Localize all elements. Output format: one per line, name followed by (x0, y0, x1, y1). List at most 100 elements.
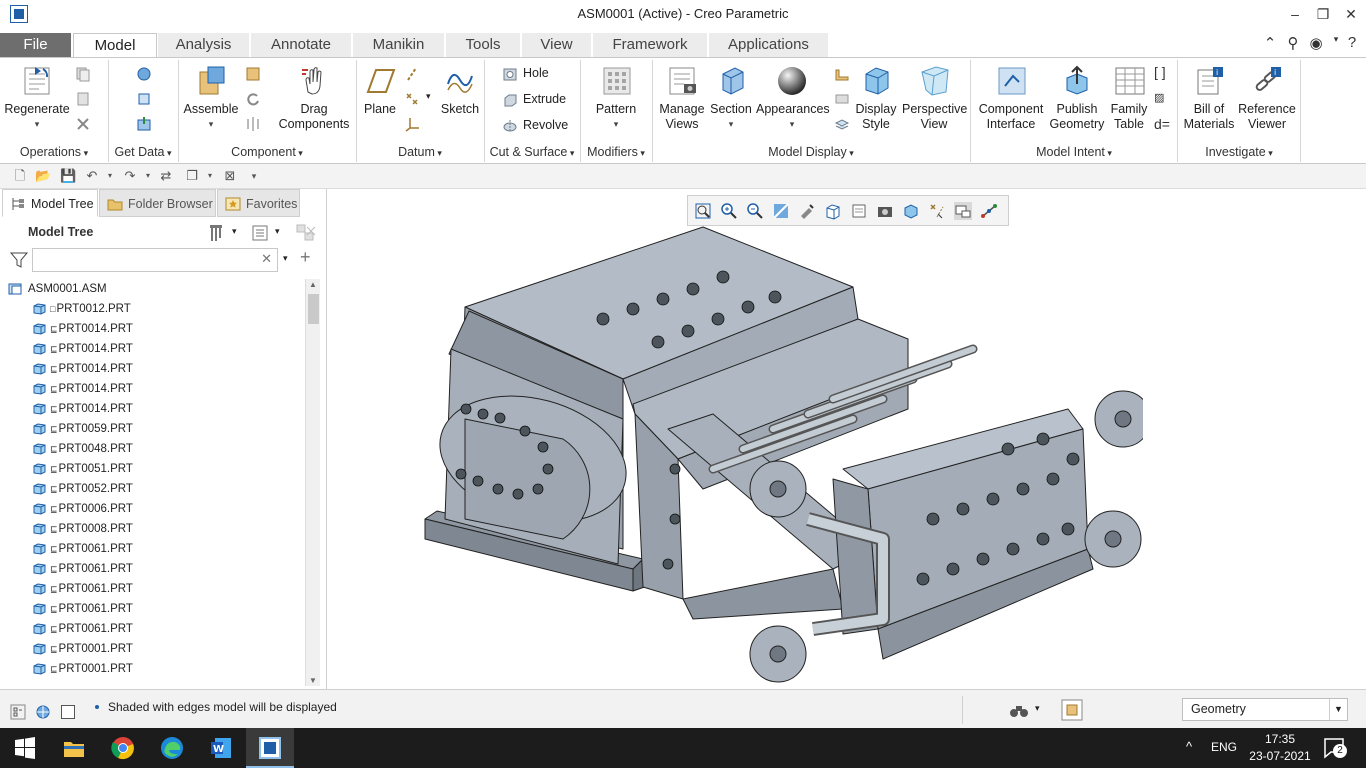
word-icon[interactable]: W (209, 736, 233, 760)
edge-browser-icon[interactable] (160, 736, 184, 760)
tree-item-part[interactable]: ⊑PRT0014.PRT (8, 339, 305, 359)
tree-item-part[interactable]: ⊑PRT0006.PRT (8, 499, 305, 519)
tab-analysis[interactable]: Analysis (158, 33, 250, 58)
reorient-icon[interactable] (798, 202, 816, 220)
collapse-ribbon-icon[interactable]: ⌃ (1260, 34, 1280, 54)
tree-item-part[interactable]: ⊑PRT0061.PRT (8, 539, 305, 559)
minimize-button[interactable]: – (1281, 3, 1309, 25)
spin-center-icon[interactable] (980, 202, 998, 220)
help-center-icon[interactable]: ◉ (1306, 34, 1326, 54)
model-tree-search-input[interactable]: ✕ (32, 248, 278, 272)
tray-overflow-icon[interactable]: ^ (1186, 739, 1192, 754)
perspective-view-button[interactable]: Perspective View (902, 64, 967, 132)
saved-orientations-icon[interactable] (824, 202, 842, 220)
chrome-icon[interactable] (111, 736, 135, 760)
clock-time[interactable]: 17:35 (1248, 732, 1312, 746)
tree-item-part[interactable]: ⊑PRT0014.PRT (8, 319, 305, 339)
save-icon[interactable]: 💾 (60, 168, 76, 184)
open-folder-icon[interactable]: 📂 (35, 168, 51, 184)
tree-item-part[interactable]: ⊑PRT0014.PRT (8, 379, 305, 399)
group-label-get-data[interactable]: Get Data (110, 145, 176, 159)
scroll-down-icon[interactable]: ▼ (309, 676, 317, 685)
find-dropdown-icon[interactable]: ▾ (1035, 703, 1040, 714)
repaint-icon[interactable] (772, 202, 790, 220)
redo-icon[interactable]: ↷ (122, 168, 138, 184)
toggle-navigator-icon[interactable] (10, 704, 26, 720)
tree-item-part[interactable]: ⊑PRT0001.PRT (8, 659, 305, 679)
windows-icon[interactable]: ❐ (184, 168, 200, 184)
publish-geometry-button[interactable]: Publish Geometry (1048, 64, 1106, 132)
point-dropdown[interactable]: ▾ (426, 91, 431, 102)
clock-date[interactable]: 23-07-2021 (1244, 749, 1316, 763)
component-interface-button[interactable]: Component Interface (976, 64, 1046, 132)
tab-model[interactable]: Model (73, 33, 157, 58)
sketch-button[interactable]: Sketch (440, 64, 480, 117)
tree-item-part[interactable]: ⊑PRT0052.PRT (8, 479, 305, 499)
full-screen-icon[interactable] (60, 704, 76, 720)
tab-model-tree[interactable]: Model Tree (2, 189, 98, 217)
create-component-icon[interactable] (245, 66, 261, 82)
tree-item-part[interactable]: ⊑PRT0014.PRT (8, 399, 305, 419)
family-table-button[interactable]: Family Table (1106, 64, 1152, 132)
tab-annotate[interactable]: Annotate (251, 33, 352, 58)
redo-dropdown-icon[interactable]: ▾ (140, 168, 156, 184)
taskbar-creo-active[interactable] (246, 728, 294, 768)
view-camera-icon[interactable] (876, 202, 894, 220)
extrude-button[interactable]: Extrude (502, 90, 566, 108)
group-label-component[interactable]: Component (180, 145, 354, 159)
paste-icon[interactable] (75, 91, 91, 107)
add-filter-icon[interactable]: + (300, 247, 311, 268)
delete-icon[interactable] (75, 116, 91, 132)
tree-item-part[interactable]: ⊑PRT0061.PRT (8, 599, 305, 619)
plane-button[interactable]: Plane (362, 64, 398, 117)
view-manager-icon[interactable] (850, 202, 868, 220)
datum-display-filters-icon[interactable] (928, 202, 946, 220)
axis-icon[interactable] (404, 66, 420, 82)
switch-dimensions-icon[interactable]: ▨ (1154, 91, 1164, 104)
tree-root-asm[interactable]: ASM0001.ASM (8, 279, 305, 299)
file-explorer-icon[interactable] (62, 736, 86, 760)
tree-item-part[interactable]: ⊑PRT0059.PRT (8, 419, 305, 439)
tab-framework[interactable]: Framework (593, 33, 708, 58)
undo-icon[interactable]: ↶ (84, 168, 100, 184)
tab-favorites[interactable]: Favorites (217, 189, 300, 217)
close-window-icon[interactable]: ⊠ (222, 168, 238, 184)
revolve-button[interactable]: Revolve (502, 116, 568, 134)
group-label-datum[interactable]: Datum (358, 145, 482, 159)
group-label-investigate[interactable]: Investigate (1179, 145, 1299, 159)
pattern-button[interactable]: Pattern ▾ (590, 64, 642, 132)
tree-item-part[interactable]: ⊑PRT0061.PRT (8, 559, 305, 579)
regenerate-small-icon[interactable]: ⇄ (158, 168, 174, 184)
undo-dropdown-icon[interactable]: ▾ (102, 168, 118, 184)
settings-dropdown-icon[interactable]: ▾ (232, 226, 237, 237)
merge-inheritance-icon[interactable] (136, 91, 152, 107)
tab-applications[interactable]: Applications (709, 33, 829, 58)
selection-filter-box-icon[interactable] (1060, 698, 1084, 722)
relations-icon[interactable]: d= (1154, 116, 1170, 132)
drag-components-button[interactable]: Drag Components (277, 64, 351, 132)
tree-item-part[interactable]: □PRT0012.PRT (8, 299, 305, 319)
appearances-button[interactable]: Appearances ▾ (756, 64, 830, 132)
edit-position-icon[interactable] (834, 66, 850, 82)
new-icon[interactable]: 🗋 (12, 168, 28, 184)
tab-manikin[interactable]: Manikin (353, 33, 445, 58)
scroll-up-icon[interactable]: ▲ (309, 280, 317, 289)
settings-tools-icon[interactable] (206, 223, 226, 243)
refit-icon[interactable] (694, 202, 712, 220)
hole-button[interactable]: Hole (502, 64, 549, 82)
tab-view[interactable]: View (522, 33, 592, 58)
search-options-dropdown-icon[interactable]: ▾ (283, 253, 288, 264)
graphics-window[interactable] (328, 189, 1366, 689)
tree-filter-disabled-icon[interactable] (295, 223, 317, 243)
section-button[interactable]: Section ▾ (708, 64, 754, 132)
show-dropdown-icon[interactable]: ▾ (275, 226, 280, 237)
repeat-icon[interactable] (245, 91, 261, 107)
group-label-model-display[interactable]: Model Display (654, 145, 968, 159)
display-states-icon[interactable] (834, 91, 850, 107)
display-style-button[interactable]: Display Style (852, 64, 900, 132)
copy-icon[interactable] (75, 66, 91, 82)
group-label-cut-surface[interactable]: Cut & Surface (486, 145, 578, 159)
tab-file[interactable]: File (0, 33, 72, 58)
tree-item-part[interactable]: ⊑PRT0048.PRT (8, 439, 305, 459)
assembly-model-3d-view[interactable] (413, 219, 1143, 689)
